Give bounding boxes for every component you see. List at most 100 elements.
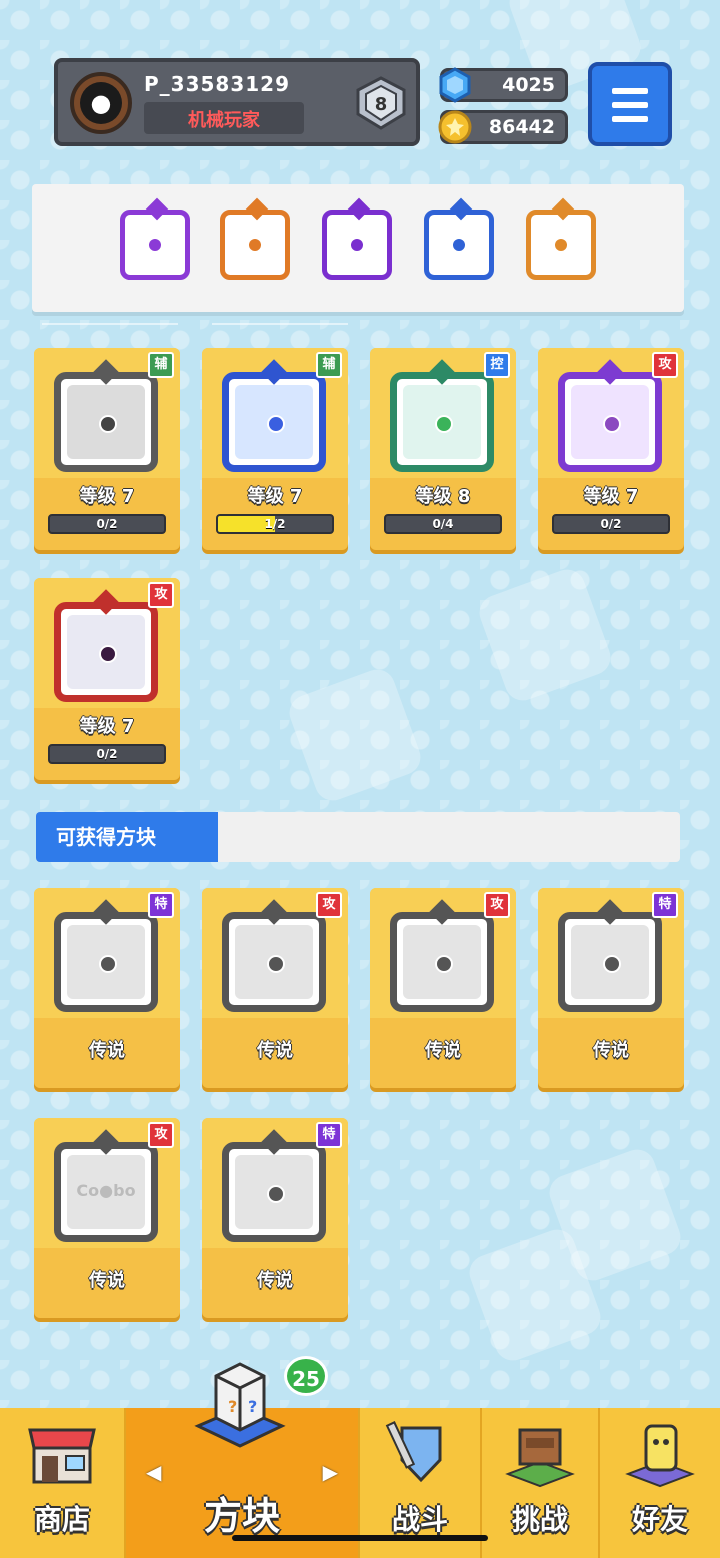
player-id: P_33583129 xyxy=(144,72,290,96)
background-dice xyxy=(474,564,616,706)
dice-pip xyxy=(435,955,453,973)
progress-text: 1/2 xyxy=(264,517,286,531)
dice-type-tag: 攻 xyxy=(484,892,510,918)
coin-icon xyxy=(438,110,472,144)
available-dice-card[interactable]: 攻传说 xyxy=(370,888,516,1088)
dice-pip xyxy=(267,955,285,973)
dice-pip xyxy=(249,239,261,251)
snowflake-dice-icon[interactable] xyxy=(424,197,494,280)
menu-icon xyxy=(612,88,648,94)
dice-level: 等级 8 xyxy=(415,486,471,507)
nav-friends-label: 好友 xyxy=(631,1503,688,1536)
dice-type-tag: 攻 xyxy=(148,582,174,608)
purple-rune-dice-icon[interactable] xyxy=(120,197,190,280)
divider xyxy=(42,323,178,325)
combo-dice-icon: Co●bo xyxy=(54,1129,158,1242)
available-dice-card[interactable]: 特传说 xyxy=(202,1118,348,1318)
dice-pip xyxy=(603,415,621,433)
dice-type-tag: 特 xyxy=(652,892,678,918)
nav-challenge[interactable]: 挑战 xyxy=(480,1408,598,1558)
dice-rarity: 传说 xyxy=(89,1270,125,1291)
dice-icon xyxy=(558,359,662,472)
dice-type-tag: 控 xyxy=(484,352,510,378)
player-profile-panel[interactable]: ● P_33583129 机械玩家 8 xyxy=(54,58,420,146)
pentagram-dice-icon xyxy=(54,899,158,1012)
prev-arrow-icon[interactable]: ◀ xyxy=(146,1460,161,1484)
purple-moon-dice-icon[interactable] xyxy=(322,197,392,280)
available-dice-header: 可获得方块 xyxy=(36,812,680,862)
new-dice-count-badge: 25 xyxy=(284,1356,328,1396)
challenge-board-icon xyxy=(505,1428,575,1488)
dice-level: 等级 7 xyxy=(247,486,303,507)
dragon-head-icon xyxy=(347,197,371,221)
combo-text: Co●bo xyxy=(76,1181,136,1200)
nav-shop[interactable]: 商店 xyxy=(0,1408,124,1558)
available-dice-card[interactable]: 特传说 xyxy=(34,888,180,1088)
progress-text: 0/2 xyxy=(96,747,118,761)
upgrade-progress-bar: 0/4 xyxy=(384,514,502,534)
infinity-dice-icon[interactable] xyxy=(526,197,596,280)
apple-logo-icon: ● xyxy=(80,82,122,124)
owned-dice-card[interactable]: 攻等级 7 0/2 xyxy=(538,348,684,550)
divider xyxy=(212,323,348,325)
section-title: 可获得方块 xyxy=(36,812,218,862)
dice-rarity: 传说 xyxy=(425,1040,461,1061)
dice-pip xyxy=(555,239,567,251)
dice-level: 等级 7 xyxy=(583,486,639,507)
available-dice-card[interactable]: 特传说 xyxy=(538,888,684,1088)
next-arrow-icon[interactable]: ▶ xyxy=(323,1460,338,1484)
dice-pip xyxy=(453,239,465,251)
home-indicator xyxy=(232,1535,488,1541)
upgrade-progress-bar: 0/2 xyxy=(552,514,670,534)
dice-pip xyxy=(99,415,117,433)
menu-icon xyxy=(612,102,648,108)
avatar[interactable]: ● xyxy=(70,72,132,134)
dice-level: 等级 7 xyxy=(79,486,135,507)
nav-battle-label: 战斗 xyxy=(391,1503,448,1536)
friends-icon xyxy=(625,1424,695,1488)
dragon-head-icon xyxy=(245,197,269,221)
coin-counter[interactable]: 86442 xyxy=(438,110,568,144)
upgrade-progress-bar: 1/2 xyxy=(216,514,334,534)
dice-icon xyxy=(222,359,326,472)
dice-pip xyxy=(351,239,363,251)
owned-dice-card[interactable]: 辅等级 7 0/2 xyxy=(34,348,180,550)
dice-type-tag: 攻 xyxy=(316,892,342,918)
flame-dice-icon xyxy=(558,899,662,1012)
dice-pip xyxy=(603,955,621,973)
menu-button[interactable] xyxy=(588,62,672,146)
svg-text:?: ? xyxy=(248,1397,257,1416)
vortex-dice-icon xyxy=(390,899,494,1012)
player-title-box: 机械玩家 xyxy=(144,102,304,134)
dice-pip xyxy=(99,645,117,663)
nav-friends[interactable]: 好友 xyxy=(598,1408,720,1558)
owned-dice-card[interactable]: 控等级 8 0/4 xyxy=(370,348,516,550)
equipped-dice-strip xyxy=(32,184,684,312)
nav-shop-label: 商店 xyxy=(33,1503,90,1536)
gem-icon xyxy=(439,67,471,103)
dice-type-tag: 辅 xyxy=(316,352,342,378)
gem-counter[interactable]: 4025 xyxy=(439,67,568,103)
dice-type-tag: 辅 xyxy=(148,352,174,378)
sun-dice-icon xyxy=(222,899,326,1012)
dice-type-tag: 攻 xyxy=(652,352,678,378)
rank-badge-icon[interactable]: 8 xyxy=(352,76,410,130)
dice-tab-icon: ? ? xyxy=(194,1362,286,1448)
orange-dice-icon[interactable] xyxy=(220,197,290,280)
menu-icon xyxy=(612,116,648,122)
gem-count: 4025 xyxy=(502,74,555,96)
dice-level: 等级 7 xyxy=(79,716,135,737)
owned-dice-card[interactable]: 攻等级 7 0/2 xyxy=(34,578,180,780)
coin-count: 86442 xyxy=(488,116,555,138)
dice-icon xyxy=(54,589,158,702)
available-dice-card[interactable]: 攻传说 xyxy=(202,888,348,1088)
dice-rarity: 传说 xyxy=(593,1040,629,1061)
dice-pip xyxy=(99,955,117,973)
available-dice-card[interactable]: Co●bo 攻传说 xyxy=(34,1118,180,1318)
owned-dice-card[interactable]: 辅等级 7 1/2 xyxy=(202,348,348,550)
background-dice xyxy=(284,664,426,806)
dice-type-tag: 攻 xyxy=(148,1122,174,1148)
svg-text:?: ? xyxy=(228,1397,237,1416)
dice-pip xyxy=(149,239,161,251)
rank-number: 8 xyxy=(375,94,388,115)
